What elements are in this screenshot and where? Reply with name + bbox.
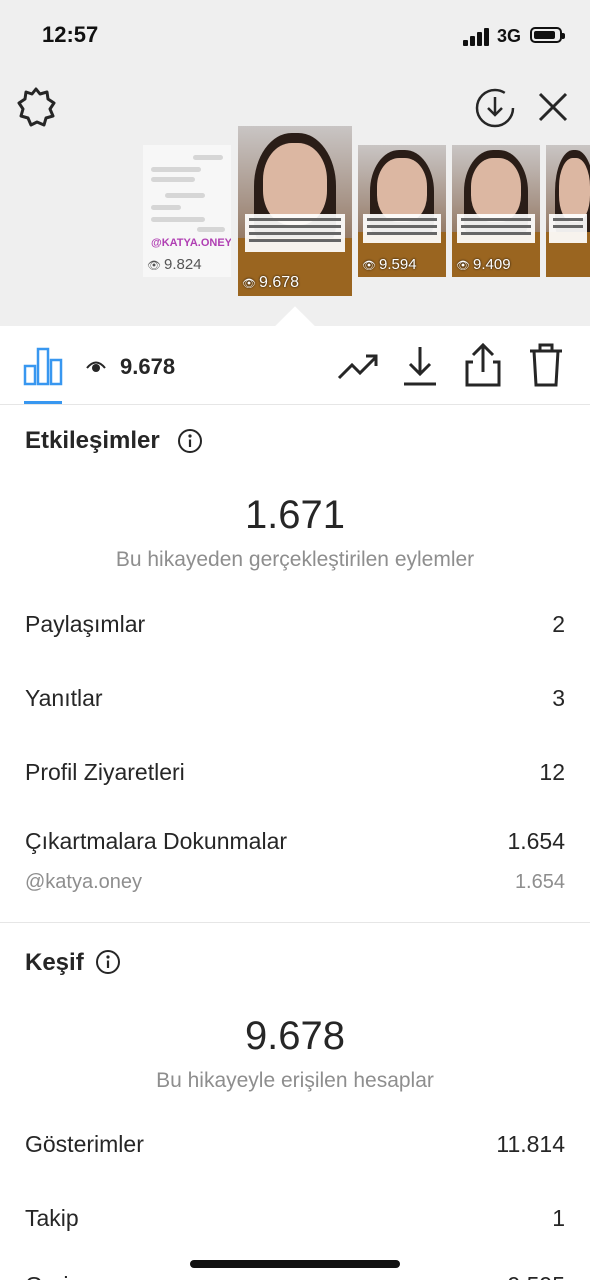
status-time: 12:57 xyxy=(42,22,99,47)
story-thumbnail-selected[interactable]: 9.678 xyxy=(238,126,352,296)
thumbnail-view-count: 9.824 xyxy=(147,256,202,273)
story-thumbnail[interactable]: 9.594 xyxy=(358,145,446,277)
signal-icon xyxy=(463,28,493,46)
sticker-taps-value: 1.654 xyxy=(507,828,565,854)
active-tab-indicator xyxy=(24,401,62,404)
shares-value: 2 xyxy=(552,611,565,637)
follows-value: 1 xyxy=(552,1205,565,1231)
story-thumbnail[interactable]: @KATYA.ONEY 9.824 xyxy=(143,145,231,277)
profile-visits-value: 12 xyxy=(539,759,565,785)
sticker-mention-label[interactable]: @katya.oney xyxy=(25,871,142,894)
sticker-mention-value: 1.654 xyxy=(514,871,565,893)
back-label: Geri xyxy=(25,1272,68,1280)
follows-label: Takip xyxy=(25,1205,79,1231)
discovery-title: Keşif xyxy=(25,949,84,976)
interactions-total: 1.671 xyxy=(244,493,346,537)
close-icon[interactable] xyxy=(536,90,570,124)
discovery-caption: Bu hikayeyle erişilen hesaplar xyxy=(156,1069,434,1092)
sticker-taps-label: Çıkartmalara Dokunmalar xyxy=(25,828,288,854)
story-sticker-text: @KATYA.ONEY xyxy=(151,237,231,249)
info-icon[interactable] xyxy=(177,428,203,454)
network-type: 3G xyxy=(497,26,522,46)
insights-chart-icon[interactable] xyxy=(22,346,64,386)
status-bar: 12:57 3G xyxy=(0,0,590,70)
share-icon[interactable] xyxy=(464,342,502,388)
info-icon[interactable] xyxy=(95,949,121,975)
trash-icon[interactable] xyxy=(528,342,564,388)
battery-icon xyxy=(530,27,565,43)
download-icon[interactable] xyxy=(402,344,438,388)
interactions-caption: Bu hikayeden gerçekleştirilen eylemler xyxy=(115,548,475,571)
back-value: 9.595 xyxy=(507,1272,565,1280)
replies-label: Yanıtlar xyxy=(25,685,103,711)
thumbnail-view-count: 9.409 xyxy=(456,256,511,273)
promote-trend-icon[interactable] xyxy=(336,348,380,384)
impressions-label: Gösterimler xyxy=(25,1131,144,1157)
discovery-total: 9.678 xyxy=(244,1014,346,1058)
story-view-count: 9.678 xyxy=(120,354,176,379)
insights-toolbar: 9.678 xyxy=(0,326,590,405)
home-indicator[interactable] xyxy=(190,1260,400,1268)
thumbnail-view-count: 9.678 xyxy=(242,274,299,292)
story-preview-area: 12:57 3G @KATYA.ONEY 👁 9.824 👁 9.678 👁 9… xyxy=(0,0,590,326)
replies-value: 3 xyxy=(552,685,565,711)
story-thumbnail[interactable]: 9.409 xyxy=(452,145,540,277)
interactions-title: Etkileşimler xyxy=(25,427,160,454)
section-divider xyxy=(0,922,590,923)
shares-label: Paylaşımlar xyxy=(25,611,146,637)
thumbnail-view-count: 9.594 xyxy=(362,256,417,273)
eye-icon xyxy=(86,359,106,375)
save-story-icon[interactable] xyxy=(474,87,516,129)
impressions-value: 11.814 xyxy=(496,1131,565,1157)
story-thumbnail[interactable] xyxy=(546,145,590,277)
settings-gear-icon[interactable] xyxy=(16,87,56,127)
profile-visits-label: Profil Ziyaretleri xyxy=(25,759,185,785)
